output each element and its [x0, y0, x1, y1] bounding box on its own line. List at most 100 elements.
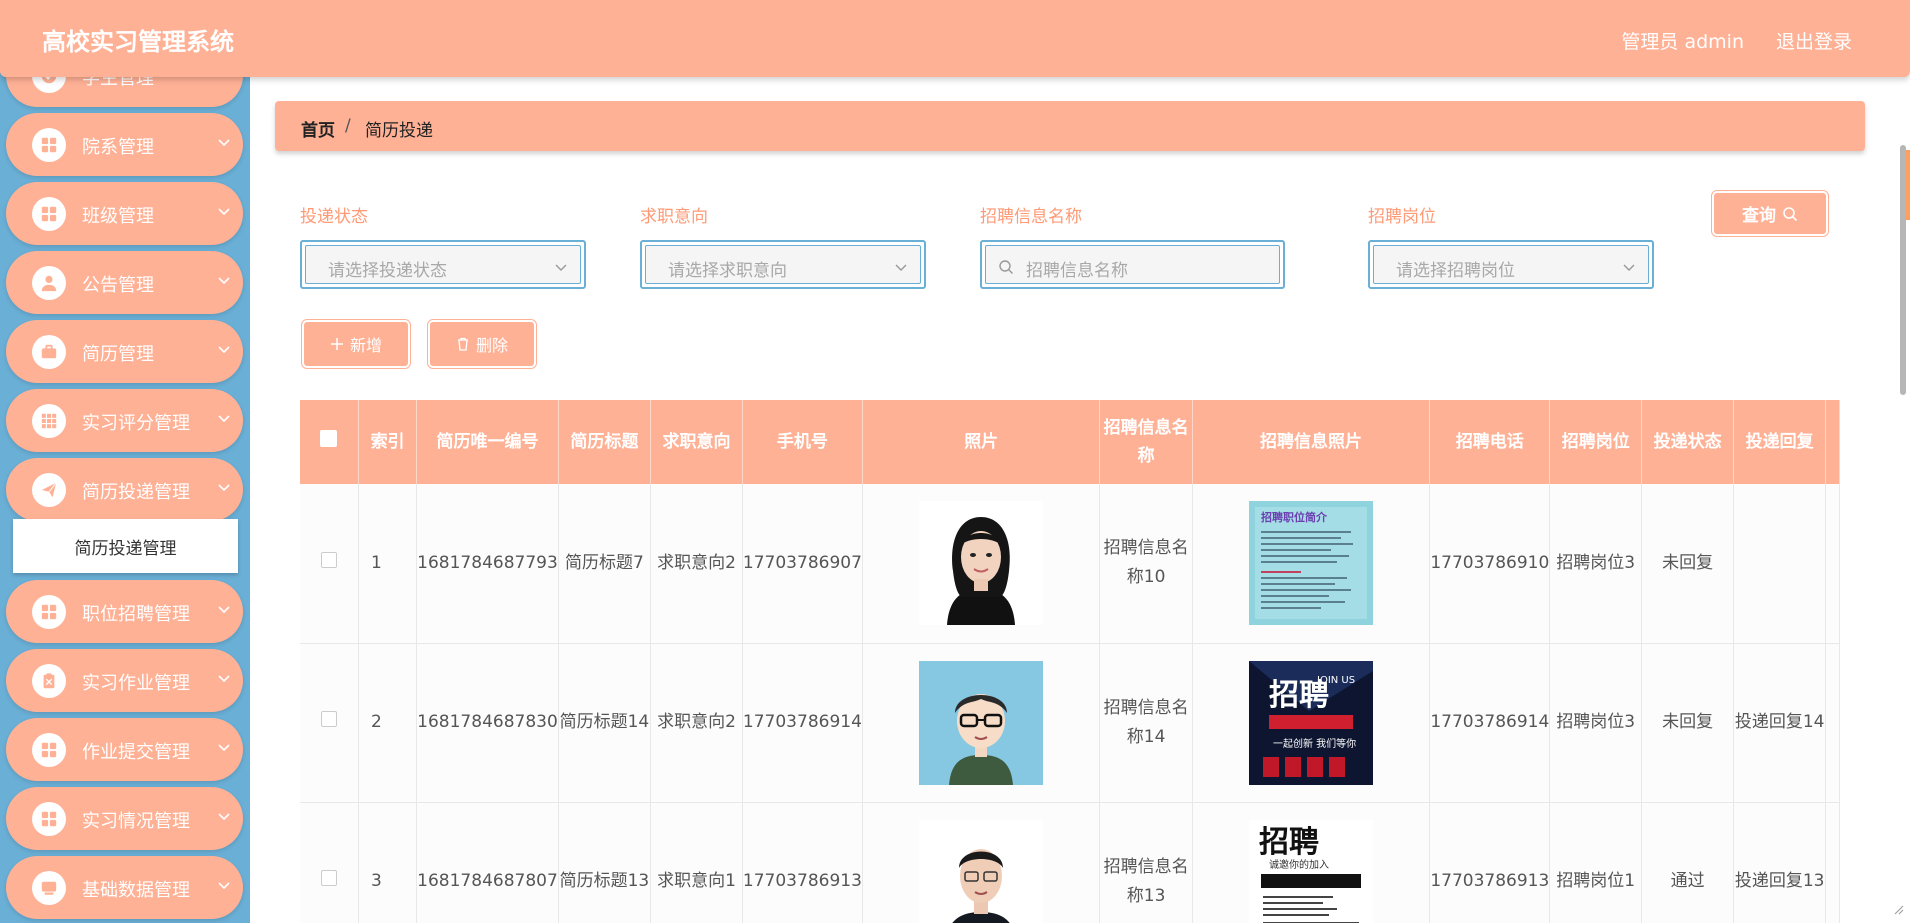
sidebar-item-label: 职位招聘管理	[82, 604, 190, 625]
table-row: 2 1681784687830 简历标题14 求职意向2 17703786914	[300, 643, 1840, 803]
row-checkbox[interactable]	[320, 870, 337, 886]
sidebar-item-label: 实习评分管理	[82, 413, 190, 434]
cell-info-name: 招聘信息名称14	[1099, 643, 1193, 803]
select-all-cell[interactable]	[300, 400, 359, 484]
sidebar-item-resumes[interactable]: 简历管理	[6, 320, 243, 383]
sidebar-item-assignments[interactable]: 实习作业管理	[6, 649, 243, 712]
sidebar-item-label: 班级管理	[82, 206, 154, 227]
cell-resume-id: 1681784687830	[416, 643, 559, 803]
chevron-down-icon	[895, 264, 907, 271]
cell-title: 简历标题7	[558, 484, 652, 644]
delete-button[interactable]: 删除	[427, 319, 537, 369]
cell-extra	[1825, 802, 1840, 923]
side-handle[interactable]	[1906, 150, 1910, 220]
chevron-down-icon	[218, 139, 230, 147]
chevron-up-icon	[218, 484, 230, 492]
sidebar-item-internship-status[interactable]: 实习情况管理	[6, 787, 243, 850]
table-row: 3 1681784687807 简历标题13 求职意向1 17703786913…	[300, 802, 1840, 923]
chevron-down-icon	[1623, 264, 1635, 271]
position-select[interactable]: 请选择招聘岗位	[1368, 240, 1654, 289]
cell-resume-id: 1681784687793	[416, 484, 559, 644]
app-title: 高校实习管理系统	[42, 28, 234, 56]
sidebar-item-label: 基础数据管理	[82, 880, 190, 901]
chevron-down-icon	[218, 744, 230, 752]
monitor-icon	[32, 871, 66, 905]
sidebar-item-label: 简历管理	[82, 344, 154, 365]
submenu-item-resume-delivery[interactable]: 简历投递管理	[13, 519, 238, 573]
chevron-down-icon	[218, 415, 230, 423]
row-checkbox[interactable]	[320, 711, 337, 727]
sidebar-item-label: 院系管理	[82, 137, 154, 158]
cell-status: 未回复	[1641, 484, 1734, 644]
select-all-checkbox[interactable]	[320, 430, 338, 447]
info-name-input[interactable]: 招聘信息名称	[980, 240, 1285, 289]
cell-phone: 17703786913	[742, 802, 863, 923]
col-header: 照片	[862, 400, 1101, 484]
cell-extra	[1825, 643, 1840, 803]
cell-photo	[862, 643, 1101, 803]
cell-index: 1	[358, 484, 418, 644]
search-icon	[1783, 206, 1798, 221]
cell-reply	[1733, 484, 1827, 644]
photo-cartoon-avatar	[919, 660, 1044, 785]
sidebar-item-notices[interactable]: 公告管理	[6, 251, 243, 314]
chevron-down-icon	[555, 264, 567, 271]
cell-tel: 17703786910	[1429, 484, 1551, 644]
grid-icon	[32, 733, 66, 767]
current-user: 管理员 admin	[1621, 31, 1744, 53]
poster-slogan: 一起创新 我们等你	[1273, 737, 1356, 750]
row-select-cell[interactable]	[300, 802, 359, 923]
cell-intent: 求职意向2	[650, 484, 743, 644]
cell-info-photo: 招聘职位简介	[1192, 484, 1431, 644]
row-select-cell[interactable]	[300, 484, 359, 644]
sidebar-item-basic-data[interactable]: 基础数据管理	[6, 856, 243, 919]
row-select-cell[interactable]	[300, 643, 359, 803]
col-header-extra	[1825, 400, 1840, 484]
resize-handle-icon[interactable]	[1894, 905, 1904, 915]
breadcrumb-home[interactable]: 首页	[301, 116, 335, 141]
breadcrumb: 首页 / 简历投递	[275, 101, 1865, 151]
intent-select[interactable]: 请选择求职意向	[640, 240, 926, 289]
poster-job-intro: 招聘职位简介	[1249, 501, 1374, 626]
poster-title: 招聘职位简介	[1261, 510, 1328, 524]
cell-extra	[1825, 484, 1840, 644]
cell-intent: 求职意向2	[650, 643, 743, 803]
cell-info-name: 招聘信息名称13	[1099, 802, 1193, 923]
sidebar-item-submissions[interactable]: 作业提交管理	[6, 718, 243, 781]
col-header: 招聘岗位	[1549, 400, 1643, 484]
row-checkbox[interactable]	[320, 551, 337, 568]
status-select[interactable]: 请选择投递状态	[300, 240, 586, 289]
clipboard-icon	[32, 664, 66, 698]
grid-icon	[32, 595, 66, 629]
top-header: 高校实习管理系统 管理员 admin 退出登录	[0, 0, 1910, 77]
chevron-down-icon	[218, 346, 230, 354]
send-icon	[32, 473, 66, 507]
photo-man-portrait	[919, 819, 1044, 923]
sidebar-item-label: 简历投递管理	[82, 482, 190, 503]
chevron-down-icon	[218, 208, 230, 216]
info-name-placeholder: 招聘信息名称	[1026, 261, 1128, 281]
user-icon	[32, 266, 66, 300]
grid-icon	[32, 802, 66, 836]
query-button[interactable]: 查询	[1711, 190, 1829, 237]
sidebar-item-label: 实习情况管理	[82, 811, 190, 832]
search-icon	[999, 260, 1013, 274]
col-header: 手机号	[742, 400, 863, 484]
cell-photo	[862, 802, 1101, 923]
photo-woman-portrait	[919, 501, 1044, 626]
sidebar-item-departments[interactable]: 院系管理	[6, 113, 243, 176]
sidebar-item-resume-delivery[interactable]: 简历投递管理	[6, 458, 243, 521]
intent-select-placeholder: 请选择求职意向	[668, 261, 787, 281]
sidebar-item-job-recruitment[interactable]: 职位招聘管理	[6, 580, 243, 643]
cell-position: 招聘岗位1	[1549, 802, 1643, 923]
logout-link[interactable]: 退出登录	[1776, 27, 1852, 54]
col-header: 投递回复	[1733, 400, 1827, 484]
sidebar-item-classes[interactable]: 班级管理	[6, 182, 243, 245]
add-button[interactable]: 新增	[301, 319, 411, 369]
query-button-label: 查询	[1742, 206, 1776, 226]
sidebar-item-scoring[interactable]: 实习评分管理	[6, 389, 243, 452]
grid-icon	[32, 197, 66, 231]
position-select-placeholder: 请选择招聘岗位	[1396, 261, 1515, 281]
col-header: 简历标题	[558, 400, 652, 484]
chevron-down-icon	[218, 882, 230, 890]
